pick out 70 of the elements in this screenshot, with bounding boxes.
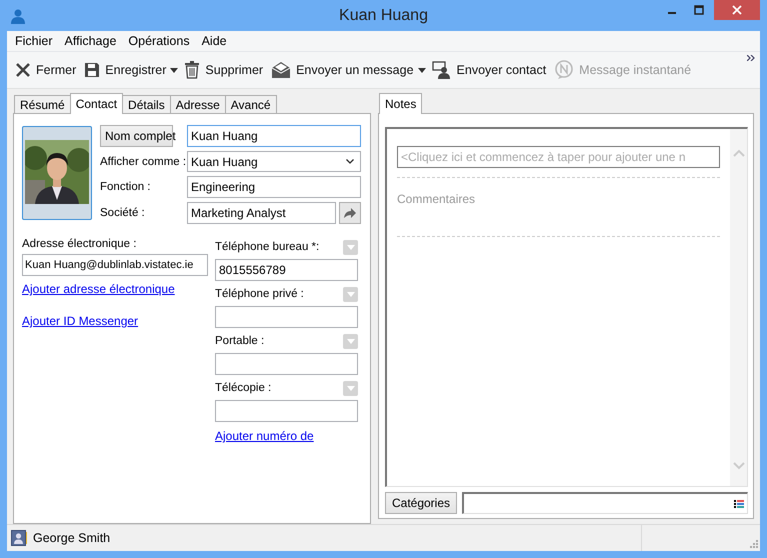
field-label: Fonction :	[100, 181, 152, 193]
input-field[interactable]	[215, 353, 358, 375]
dropdown-button[interactable]	[343, 380, 358, 396]
arrow-button[interactable]	[339, 202, 361, 224]
chevron-up-icon[interactable]	[732, 149, 744, 157]
field-label: Portable :	[215, 335, 264, 347]
input-field[interactable]: 8015556789	[215, 259, 358, 281]
tab[interactable]: Avancé	[224, 95, 277, 113]
caret-icon	[346, 386, 354, 390]
field-label: Afficher comme :	[100, 156, 186, 168]
comments-label: Commentaires	[397, 192, 476, 206]
toolbar-button[interactable]: Envoyer contact	[428, 59, 550, 81]
chevron-down-icon	[346, 159, 354, 164]
field-label: Téléphone privé :	[215, 288, 304, 300]
categories-field[interactable]	[462, 492, 748, 514]
menu-item[interactable]: Opérations	[122, 34, 196, 48]
caret-icon[interactable]	[170, 68, 178, 72]
dropdown-field[interactable]: Kuan Huang	[187, 151, 361, 172]
input-field[interactable]: Engineering	[187, 176, 361, 198]
close-icon	[15, 62, 31, 78]
field-label: Société :	[100, 207, 146, 219]
envelope-icon	[271, 61, 292, 79]
menu-item[interactable]: Fichier	[9, 34, 59, 48]
dropdown-button[interactable]	[343, 334, 358, 348]
minimize-icon	[668, 12, 676, 14]
contact-card-icon	[11, 530, 27, 546]
dropdown-button[interactable]	[343, 240, 358, 254]
categories-button[interactable]: Catégories	[385, 492, 457, 514]
note-field[interactable]: <Cliquez ici et commencez à taper pour ajouter une n	[397, 146, 720, 168]
overflow-chevron-icon[interactable]	[747, 55, 756, 61]
input-field[interactable]: Marketing Analyst	[187, 202, 336, 224]
field-label: Télécopie :	[215, 382, 272, 394]
input-field[interactable]	[215, 400, 358, 422]
link[interactable]: Ajouter ID Messenger	[22, 314, 138, 328]
input-field[interactable]: Kuan Huang	[187, 125, 361, 147]
link[interactable]: Ajouter numéro de	[215, 429, 314, 443]
input-field[interactable]: Kuan Huang@dublinlab.vistatec.ie	[22, 254, 208, 276]
person-icon	[10, 8, 26, 24]
arrow-icon	[343, 207, 357, 219]
person-card-icon	[432, 61, 452, 79]
chevron-down-icon[interactable]	[732, 462, 744, 470]
caret-icon	[346, 244, 354, 250]
field-label: Téléphone bureau *:	[215, 241, 320, 253]
status-user: George Smith	[33, 531, 110, 545]
field-label: Adresse électronique :	[22, 238, 138, 250]
caret-icon[interactable]	[418, 68, 426, 72]
tab[interactable]: Résumé	[14, 95, 71, 113]
list-icon	[734, 500, 744, 508]
close-icon	[732, 5, 742, 15]
toolbar-button[interactable]: Fermer	[11, 60, 80, 80]
tab[interactable]: Notes	[379, 93, 422, 114]
resize-grip-icon[interactable]	[750, 540, 758, 548]
link[interactable]: Ajouter adresse électronique	[22, 282, 175, 296]
window-title: Kuan Huang	[339, 6, 428, 24]
toolbar-button[interactable]: Envoyer un message	[267, 59, 418, 81]
caret-icon	[346, 292, 354, 296]
menu-item[interactable]: Affichage	[58, 34, 122, 48]
toolbar-button[interactable]: Enregistrer	[80, 60, 170, 80]
tab[interactable]: Contact	[70, 93, 124, 114]
dropdown-button[interactable]	[343, 286, 358, 302]
maximize-icon	[694, 5, 704, 15]
caret-icon	[346, 338, 354, 344]
photo-frame[interactable]	[22, 126, 92, 220]
input-field[interactable]	[215, 306, 358, 328]
scrollbar[interactable]	[730, 129, 747, 486]
menu-item[interactable]: Aide	[196, 34, 233, 48]
chat-bubble-icon	[554, 60, 574, 80]
close-button[interactable]	[714, 0, 760, 20]
trash-icon	[184, 61, 200, 79]
toolbar-button[interactable]: Supprimer	[180, 59, 268, 81]
